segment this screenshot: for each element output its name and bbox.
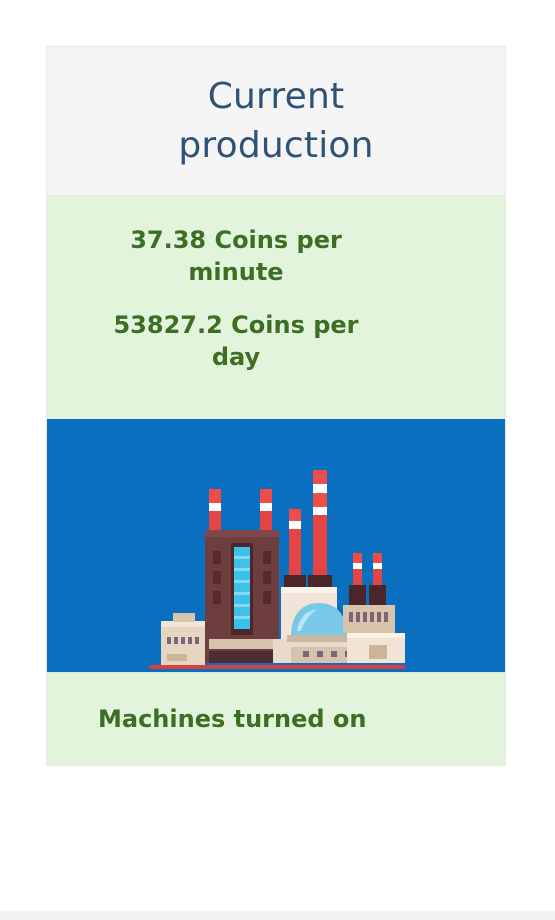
coins-per-day: 53827.2 Coins per day	[113, 311, 359, 371]
production-title: Current production	[178, 76, 374, 166]
production-card: Current production 37.38 Coins per minut…	[46, 46, 506, 766]
coins-per-minute: 37.38 Coins per minute	[130, 226, 342, 286]
factory-illustration-icon	[47, 419, 505, 672]
factory-image	[47, 419, 505, 672]
machines-turned-on-section: Machines turned on	[47, 672, 505, 765]
production-stats: 37.38 Coins per minute 53827.2 Coins per…	[47, 196, 505, 419]
page: Current production 37.38 Coins per minut…	[0, 0, 555, 920]
bottom-edge-bar	[0, 911, 555, 920]
machines-turned-on-label: Machines turned on	[98, 705, 367, 733]
production-card-header: Current production	[47, 47, 505, 196]
